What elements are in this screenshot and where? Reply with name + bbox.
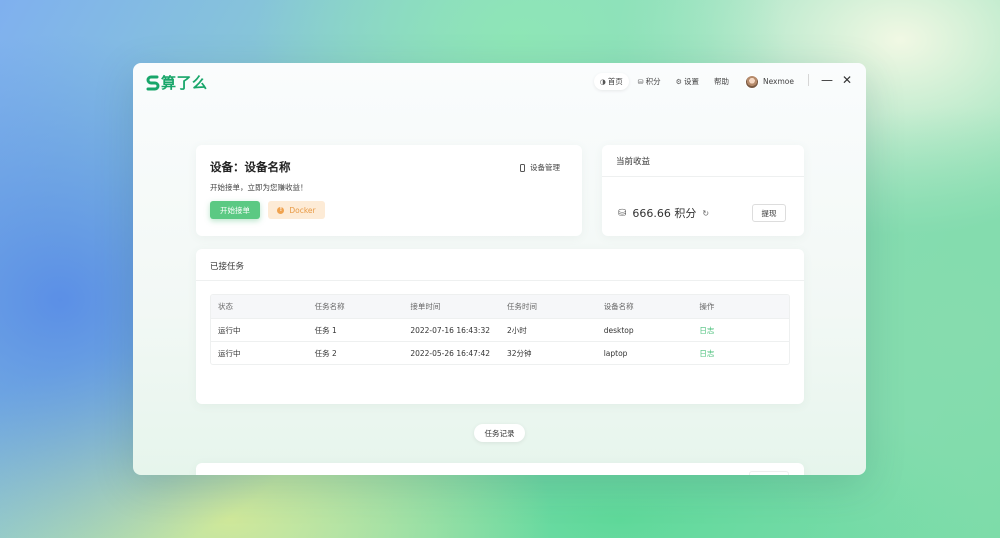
logo-s-icon — [146, 75, 160, 90]
app-window: 算了么 ◑ 首页 ⛁ 积分 ⚙ 设置 帮助 Nexmoe — ✕ 设备：设备名称… — [133, 63, 866, 475]
task-records-button[interactable]: 任务记录 — [474, 424, 525, 442]
log-link[interactable]: 日志 — [699, 326, 714, 335]
earnings-card: 当前收益 ⛁ 666.66 积分 ↻ 提现 — [602, 145, 804, 236]
coins-icon: ⛁ — [618, 207, 627, 219]
device-manage-label: 设备管理 — [530, 163, 560, 172]
log-link[interactable]: 日志 — [699, 349, 714, 358]
task-name: 任务 1 — [314, 325, 337, 335]
refresh-icon[interactable]: ↻ — [702, 209, 709, 218]
nav-item-label: 首页 — [607, 77, 623, 86]
tasks-divider — [196, 280, 804, 281]
accepted-tasks-card: 已接任务 状态 任务名称 接单时间 任务时间 设备名称 操作 运行中 任务 1 … — [196, 249, 804, 404]
nav-item-points[interactable]: ⛁ 积分 — [632, 73, 667, 90]
start-accepting-button[interactable]: 开始接单 — [210, 201, 260, 219]
title-bar: 算了么 ◑ 首页 ⛁ 积分 ⚙ 设置 帮助 Nexmoe — ✕ — [133, 63, 866, 99]
device-manage-button[interactable]: 设备管理 — [520, 162, 560, 173]
tasks-title: 已接任务 — [210, 262, 245, 272]
task-device: desktop — [603, 325, 634, 335]
earnings-value: 666.66 积分 — [632, 207, 697, 220]
device-card: 设备：设备名称 设备管理 开始接单，立即为您赚收益！ 开始接单 ! Docker — [196, 145, 582, 236]
nav-item-home[interactable]: ◑ 首页 — [593, 73, 629, 90]
nav-item-settings[interactable]: ⚙ 设置 — [670, 73, 705, 90]
column-header: 任务时间 — [507, 302, 538, 311]
gear-icon: ⚙ — [675, 77, 682, 86]
task-status: 运行中 — [218, 348, 241, 358]
task-accepted-time: 2022-05-26 16:47:42 — [410, 348, 490, 358]
tasks-table: 状态 任务名称 接单时间 任务时间 设备名称 操作 运行中 任务 1 2022-… — [210, 294, 790, 365]
nav-item-label: 设置 — [683, 77, 699, 86]
table-row: 运行中 任务 2 2022-05-26 16:47:42 32分钟 laptop… — [211, 341, 789, 364]
task-duration: 2小时 — [507, 325, 527, 335]
home-icon: ◑ — [599, 77, 606, 86]
app-logo[interactable]: 算了么 — [146, 72, 208, 93]
logo-text: 算了么 — [161, 74, 208, 92]
task-name: 任务 2 — [314, 348, 337, 358]
close-icon[interactable]: ✕ — [842, 74, 852, 86]
user-name: Nexmoe — [762, 77, 794, 86]
records-card-button[interactable] — [749, 471, 789, 475]
window-controls-divider — [807, 74, 809, 86]
column-header: 状态 — [218, 302, 233, 311]
nav-item-label: 帮助 — [713, 77, 729, 86]
task-device: laptop — [603, 348, 628, 358]
avatar — [744, 74, 759, 89]
nav-item-label: 积分 — [645, 77, 661, 86]
task-accepted-time: 2022-07-16 16:43:32 — [410, 325, 490, 335]
docker-label: Docker — [289, 205, 316, 215]
window-controls: — ✕ — [807, 74, 852, 86]
warning-icon: ! — [277, 206, 285, 214]
phone-icon — [520, 163, 525, 172]
column-header: 设备名称 — [603, 302, 634, 311]
table-row: 运行中 任务 1 2022-07-16 16:43:32 2小时 desktop… — [211, 318, 789, 341]
table-header: 状态 任务名称 接单时间 任务时间 设备名称 操作 — [211, 295, 789, 318]
earnings-title: 当前收益 — [616, 157, 651, 167]
column-header: 任务名称 — [314, 302, 345, 311]
points-icon: ⛁ — [637, 77, 644, 86]
docker-button[interactable]: ! Docker — [268, 201, 325, 219]
device-subtitle: 开始接单，立即为您赚收益！ — [210, 183, 308, 192]
task-duration: 32分钟 — [507, 348, 532, 358]
nav-item-help[interactable]: 帮助 — [708, 73, 735, 90]
records-card-partial — [196, 463, 804, 475]
earnings-value-group: ⛁ 666.66 积分 ↻ — [618, 205, 709, 221]
column-header: 接单时间 — [410, 302, 441, 311]
column-header: 操作 — [699, 302, 715, 311]
top-nav: ◑ 首页 ⛁ 积分 ⚙ 设置 帮助 Nexmoe — [591, 73, 794, 90]
user-menu[interactable]: Nexmoe — [744, 74, 794, 89]
device-title: 设备：设备名称 — [210, 160, 291, 174]
withdraw-button[interactable]: 提现 — [752, 204, 786, 222]
minimize-icon[interactable]: — — [821, 74, 833, 86]
task-status: 运行中 — [218, 325, 241, 335]
earnings-divider — [602, 176, 804, 177]
